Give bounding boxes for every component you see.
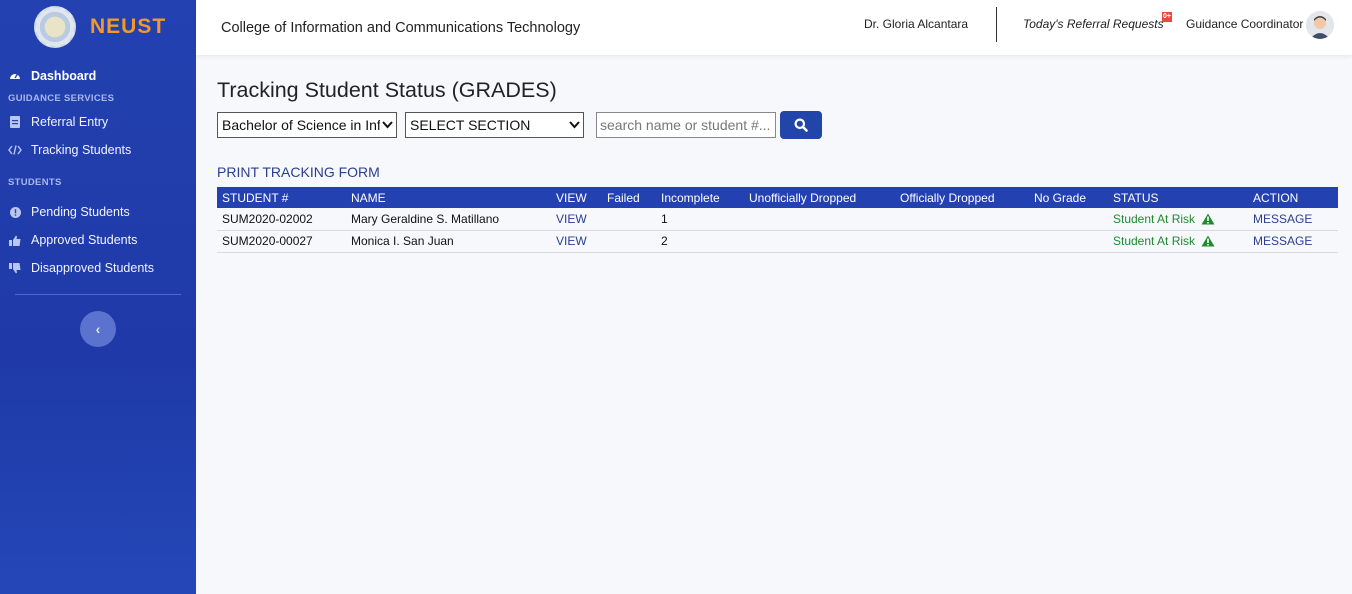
college-name: College of Information and Communication… bbox=[221, 19, 581, 36]
column-header: Incomplete bbox=[661, 190, 720, 205]
thumbs-down-icon bbox=[8, 261, 22, 275]
search-icon bbox=[794, 118, 808, 132]
search-button[interactable] bbox=[780, 111, 822, 139]
tracking-table: STUDENT # NAME VIEW Failed Incomplete Un… bbox=[217, 187, 1338, 253]
sidebar-item-disapproved-students[interactable]: Disapproved Students bbox=[0, 254, 196, 282]
sidebar-item-pending-students[interactable]: Pending Students bbox=[0, 198, 196, 226]
brand-name: NEUST bbox=[90, 15, 167, 38]
sidebar-item-tracking-students[interactable]: Tracking Students bbox=[0, 136, 196, 164]
incomplete-cell: 2 bbox=[656, 230, 744, 253]
print-tracking-form-link[interactable]: PRINT TRACKING FORM bbox=[217, 164, 380, 180]
column-header: Officially Dropped bbox=[900, 190, 995, 205]
sidebar-item-label: Referral Entry bbox=[31, 115, 109, 129]
column-header: Failed bbox=[607, 190, 640, 205]
sidebar-item-label: Approved Students bbox=[31, 233, 138, 247]
column-header: No Grade bbox=[1034, 190, 1087, 205]
chevron-down-icon bbox=[380, 116, 393, 132]
user-avatar-icon bbox=[1306, 11, 1334, 39]
warning-icon bbox=[1201, 213, 1215, 225]
sidebar-divider bbox=[15, 294, 181, 295]
search-placeholder: search name or student #... bbox=[600, 117, 771, 133]
column-header: ACTION bbox=[1253, 190, 1299, 205]
table-row: SUM2020-02002 Mary Geraldine S. Matillan… bbox=[217, 208, 1338, 231]
table-header-row: STUDENT # NAME VIEW Failed Incomplete Un… bbox=[217, 187, 1338, 208]
brand: NEUST bbox=[0, 0, 196, 54]
section-select[interactable]: SELECT SECTION bbox=[405, 112, 584, 138]
no-grade-cell bbox=[1029, 208, 1108, 231]
filter-bar: Bachelor of Science in Info SELECT SECTI… bbox=[217, 111, 1338, 139]
column-header: STUDENT # bbox=[222, 190, 289, 205]
chevron-left-icon: ‹ bbox=[95, 321, 101, 337]
status-text: Student At Risk bbox=[1113, 211, 1196, 226]
no-grade-cell bbox=[1029, 230, 1108, 253]
sidebar-item-dashboard[interactable]: Dashboard bbox=[0, 62, 196, 90]
status-cell: Student At Risk bbox=[1108, 230, 1248, 253]
failed-cell bbox=[602, 230, 656, 253]
main-content: Tracking Student Status (GRADES) Bachelo… bbox=[217, 78, 1338, 253]
user-role: Guidance Coordinator bbox=[1186, 17, 1304, 31]
sidebar-item-label: Pending Students bbox=[31, 205, 130, 219]
user-name: Dr. Gloria Alcantara bbox=[864, 17, 969, 31]
tachometer-icon bbox=[8, 69, 22, 83]
search-input[interactable]: search name or student #... bbox=[596, 112, 776, 138]
status-cell: Student At Risk bbox=[1108, 208, 1248, 231]
sidebar-item-approved-students[interactable]: Approved Students bbox=[0, 226, 196, 254]
section-select-value: SELECT SECTION bbox=[410, 117, 531, 133]
status-text: Student At Risk bbox=[1113, 234, 1196, 248]
column-header: NAME bbox=[351, 190, 386, 205]
file-icon bbox=[8, 115, 22, 129]
unofficially-dropped-cell bbox=[744, 230, 895, 253]
info-circle-icon bbox=[8, 205, 22, 219]
code-icon bbox=[8, 143, 22, 157]
student-name-cell: Mary Geraldine S. Matillano bbox=[346, 208, 551, 231]
referral-requests-link[interactable]: Today's Referral Requests bbox=[1023, 17, 1164, 31]
university-logo bbox=[34, 6, 76, 48]
page-title: Tracking Student Status (GRADES) bbox=[217, 78, 557, 102]
student-number-cell: SUM2020-02002 bbox=[217, 208, 346, 231]
section-heading-students: STUDENTS bbox=[8, 177, 62, 188]
unofficially-dropped-cell bbox=[744, 208, 895, 231]
sidebar-toggle-button[interactable]: ‹ bbox=[80, 311, 116, 347]
officially-dropped-cell bbox=[895, 230, 1029, 253]
officially-dropped-cell bbox=[895, 208, 1029, 231]
topbar: College of Information and Communication… bbox=[196, 0, 1352, 55]
student-number-cell: SUM2020-00027 bbox=[217, 230, 346, 253]
message-link[interactable]: MESSAGE bbox=[1253, 212, 1312, 226]
sidebar-item-label: Disapproved Students bbox=[31, 261, 154, 275]
program-select[interactable]: Bachelor of Science in Info bbox=[217, 112, 397, 138]
sidebar: NEUST Dashboard GUIDANCE SERVICES Referr… bbox=[0, 0, 196, 594]
topbar-divider bbox=[996, 7, 997, 42]
sidebar-item-label: Dashboard bbox=[31, 69, 97, 83]
column-header: VIEW bbox=[556, 190, 587, 205]
view-link[interactable]: VIEW bbox=[556, 212, 587, 226]
sidebar-item-referral-entry[interactable]: Referral Entry bbox=[0, 108, 196, 136]
table-row: SUM2020-00027 Monica I. San Juan VIEW 2 … bbox=[217, 230, 1338, 253]
thumbs-up-icon bbox=[8, 233, 22, 247]
sidebar-item-label: Tracking Students bbox=[31, 143, 132, 157]
sidebar-nav: Dashboard GUIDANCE SERVICES Referral Ent… bbox=[0, 54, 196, 282]
referral-count-badge: 0+ bbox=[1162, 12, 1172, 22]
failed-cell bbox=[602, 208, 656, 231]
column-header: STATUS bbox=[1113, 190, 1159, 205]
incomplete-cell: 1 bbox=[656, 208, 744, 231]
student-name-cell: Monica I. San Juan bbox=[346, 230, 551, 253]
chevron-down-icon bbox=[567, 116, 580, 132]
warning-icon bbox=[1201, 235, 1215, 247]
message-link[interactable]: MESSAGE bbox=[1253, 234, 1312, 248]
program-select-value: Bachelor of Science in Info bbox=[222, 117, 389, 133]
view-link[interactable]: VIEW bbox=[556, 234, 587, 248]
section-heading-guidance: GUIDANCE SERVICES bbox=[8, 93, 115, 104]
column-header: Unofficially Dropped bbox=[749, 190, 857, 205]
avatar[interactable] bbox=[1306, 11, 1334, 39]
